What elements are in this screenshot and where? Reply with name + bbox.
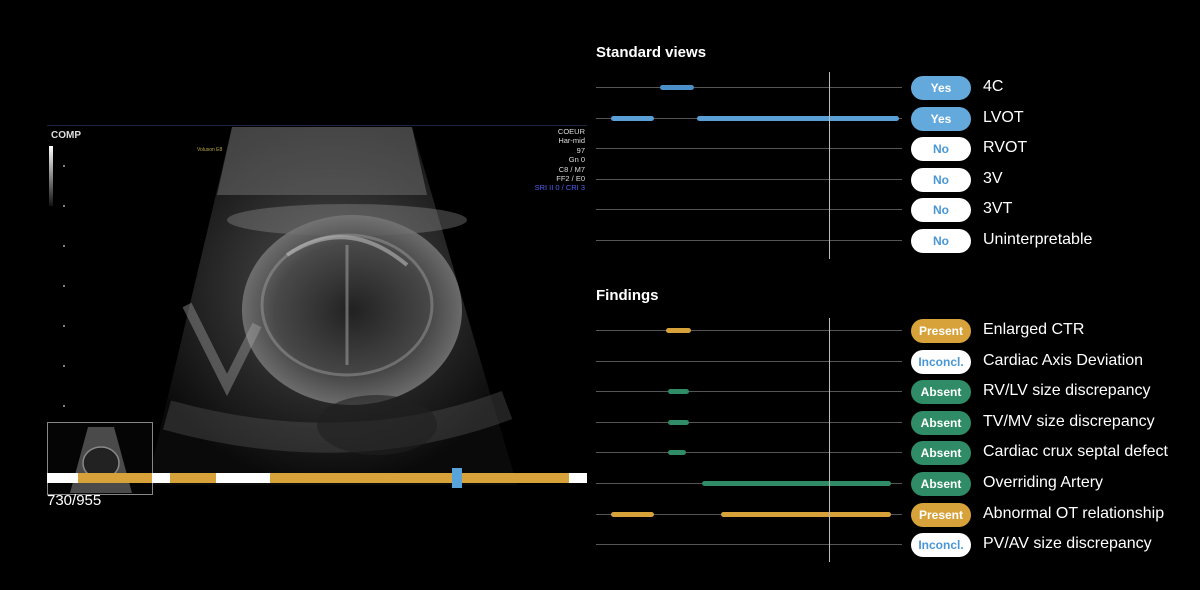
standard-views-title: Standard views bbox=[596, 44, 707, 61]
detection-bar bbox=[667, 419, 690, 425]
timeline-cursor[interactable] bbox=[452, 468, 463, 488]
depth-marker bbox=[63, 285, 65, 287]
finding-label: Abnormal OT relationship bbox=[983, 504, 1165, 522]
acquisition-settings: COEUR Har-mid 97 Gn 0 C8 / M7 FF2 / E0 S… bbox=[535, 127, 585, 193]
view-status-badge: No bbox=[911, 229, 971, 253]
setting-line-highlight: SRI II 0 / CRI 3 bbox=[534, 183, 585, 193]
view-row[interactable]: No Uninterpretable bbox=[596, 226, 1200, 256]
setting-line: Har-mid bbox=[558, 136, 585, 146]
detection-bar bbox=[667, 450, 687, 456]
view-row[interactable]: No 3V bbox=[596, 165, 1200, 195]
view-row[interactable]: No 3VT bbox=[596, 195, 1200, 225]
timeline-track bbox=[596, 87, 902, 88]
setting-line: Gn 0 bbox=[568, 155, 585, 165]
finding-label: TV/MV size discrepancy bbox=[983, 412, 1155, 430]
mode-label: COMP bbox=[51, 130, 81, 141]
view-row[interactable]: Yes LVOT bbox=[596, 104, 1200, 134]
finding-row[interactable]: Absent RV/LV size discrepancy bbox=[596, 377, 1200, 407]
finding-row[interactable]: Present Enlarged CTR bbox=[596, 316, 1200, 346]
setting-line: FF2 / E0 bbox=[556, 174, 585, 184]
setting-line: C8 / M7 bbox=[558, 164, 585, 174]
view-status-badge: Yes bbox=[911, 76, 971, 100]
view-status-badge: No bbox=[911, 137, 971, 162]
finding-status-badge: Present bbox=[911, 502, 971, 527]
depth-marker bbox=[63, 405, 65, 407]
view-label: Uninterpretable bbox=[983, 231, 1093, 248]
finding-status-badge: Absent bbox=[911, 410, 971, 435]
depth-marker bbox=[63, 365, 65, 367]
detection-bar bbox=[611, 511, 655, 517]
finding-label: Cardiac crux septal defect bbox=[983, 443, 1168, 461]
timeline-track bbox=[596, 544, 902, 546]
probe-label: Voluson E8 bbox=[197, 147, 223, 153]
finding-status-badge: Inconcl. bbox=[911, 533, 971, 558]
setting-line: COEUR bbox=[557, 127, 585, 136]
finding-status-badge: Present bbox=[911, 319, 971, 343]
view-row[interactable]: Yes 4C bbox=[596, 73, 1200, 103]
timeline-track bbox=[596, 240, 902, 241]
frame-counter: 730/955 bbox=[47, 492, 102, 509]
thumbnail-image bbox=[70, 427, 132, 493]
depth-marker bbox=[63, 205, 65, 207]
detection-bar bbox=[721, 511, 892, 517]
finding-row[interactable]: Inconcl. Cardiac Axis Deviation bbox=[596, 347, 1200, 377]
timeline-track bbox=[596, 178, 902, 180]
detection-bar bbox=[667, 389, 690, 395]
thumbnail-preview[interactable] bbox=[47, 422, 153, 495]
view-status-badge: No bbox=[911, 167, 971, 192]
standard-views-playhead bbox=[829, 72, 830, 259]
video-timeline[interactable] bbox=[47, 468, 587, 488]
view-label: 3V bbox=[983, 169, 1003, 187]
timeline-segment bbox=[170, 473, 216, 483]
finding-label: Enlarged CTR bbox=[983, 321, 1085, 338]
finding-status-badge: Inconcl. bbox=[911, 349, 971, 374]
finding-status-badge: Absent bbox=[911, 380, 971, 405]
depth-marker bbox=[63, 165, 65, 167]
detection-bar bbox=[696, 115, 899, 121]
view-label: 4C bbox=[983, 78, 1004, 95]
timeline-track bbox=[596, 360, 902, 362]
finding-label: Overriding Artery bbox=[983, 474, 1104, 491]
ultrasound-viewer[interactable]: COMP Voluson E8 COEUR Har-mid 97 Gn 0 C8… bbox=[47, 125, 587, 495]
finding-row[interactable]: Inconcl. PV/AV size discrepancy bbox=[596, 530, 1200, 560]
depth-marker bbox=[63, 245, 65, 247]
timeline-track bbox=[596, 452, 902, 454]
finding-row[interactable]: Absent Overriding Artery bbox=[596, 469, 1200, 499]
view-row[interactable]: No RVOT bbox=[596, 134, 1200, 164]
timeline-track bbox=[596, 148, 902, 150]
grayscale-bar bbox=[49, 146, 53, 206]
detection-bar bbox=[666, 328, 691, 333]
finding-row[interactable]: Absent Cardiac crux septal defect bbox=[596, 438, 1200, 468]
timeline-track bbox=[596, 330, 902, 331]
timeline-segment bbox=[78, 473, 152, 483]
detection-bar bbox=[660, 85, 694, 90]
detection-bar bbox=[611, 115, 655, 121]
finding-status-badge: Absent bbox=[911, 441, 971, 466]
findings-playhead bbox=[829, 318, 830, 562]
view-label: LVOT bbox=[983, 108, 1024, 126]
finding-label: RV/LV size discrepancy bbox=[983, 382, 1151, 400]
findings-title: Findings bbox=[596, 287, 659, 304]
detection-bar bbox=[701, 481, 892, 486]
finding-label: Cardiac Axis Deviation bbox=[983, 351, 1144, 369]
timeline-segment bbox=[270, 473, 569, 483]
view-status-badge: Yes bbox=[911, 106, 971, 131]
setting-line: 97 bbox=[576, 145, 585, 155]
view-label: RVOT bbox=[983, 139, 1028, 157]
timeline-track bbox=[596, 421, 902, 423]
view-status-badge: No bbox=[911, 198, 971, 223]
depth-marker bbox=[63, 325, 65, 327]
timeline-track bbox=[596, 391, 902, 393]
finding-status-badge: Absent bbox=[911, 472, 971, 496]
finding-label: PV/AV size discrepancy bbox=[983, 535, 1152, 553]
finding-row[interactable]: Present Abnormal OT relationship bbox=[596, 500, 1200, 530]
view-label: 3VT bbox=[983, 200, 1013, 218]
finding-row[interactable]: Absent TV/MV size discrepancy bbox=[596, 408, 1200, 438]
timeline-track bbox=[596, 209, 902, 211]
